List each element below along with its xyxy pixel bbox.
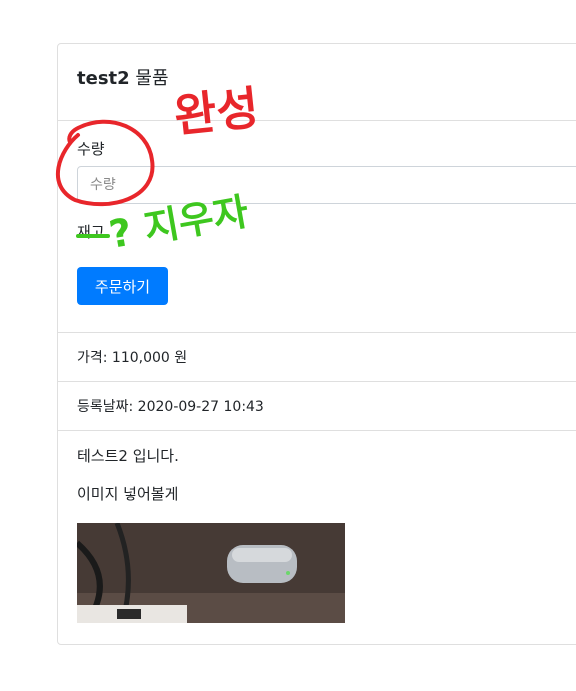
price-row: 가격: 110,000 원 xyxy=(58,333,576,382)
description-line-2: 이미지 넣어볼게 xyxy=(77,485,179,503)
description-area: 테스트2 입니다. 이미지 넣어볼게 xyxy=(58,431,576,691)
order-button[interactable]: 주문하기 xyxy=(77,267,168,305)
order-form: 수량 재고 주문하기 xyxy=(58,121,576,333)
quantity-label: 수량 xyxy=(77,140,105,158)
card-header: test2 물품 xyxy=(58,44,576,121)
stock-label: 재고 xyxy=(77,223,105,241)
product-title-bold: test2 xyxy=(77,68,130,89)
product-image xyxy=(77,523,345,623)
product-title-rest: 물품 xyxy=(135,68,169,89)
registered-date-row: 등록날짜: 2020-09-27 10:43 xyxy=(58,382,576,431)
quantity-input[interactable] xyxy=(77,166,576,204)
description-line-1: 테스트2 입니다. xyxy=(77,447,179,465)
product-card: test2 물품 수량 재고 주문하기 가격: 110,000 원 등록날짜: … xyxy=(57,43,576,645)
product-photo-art xyxy=(77,523,345,623)
